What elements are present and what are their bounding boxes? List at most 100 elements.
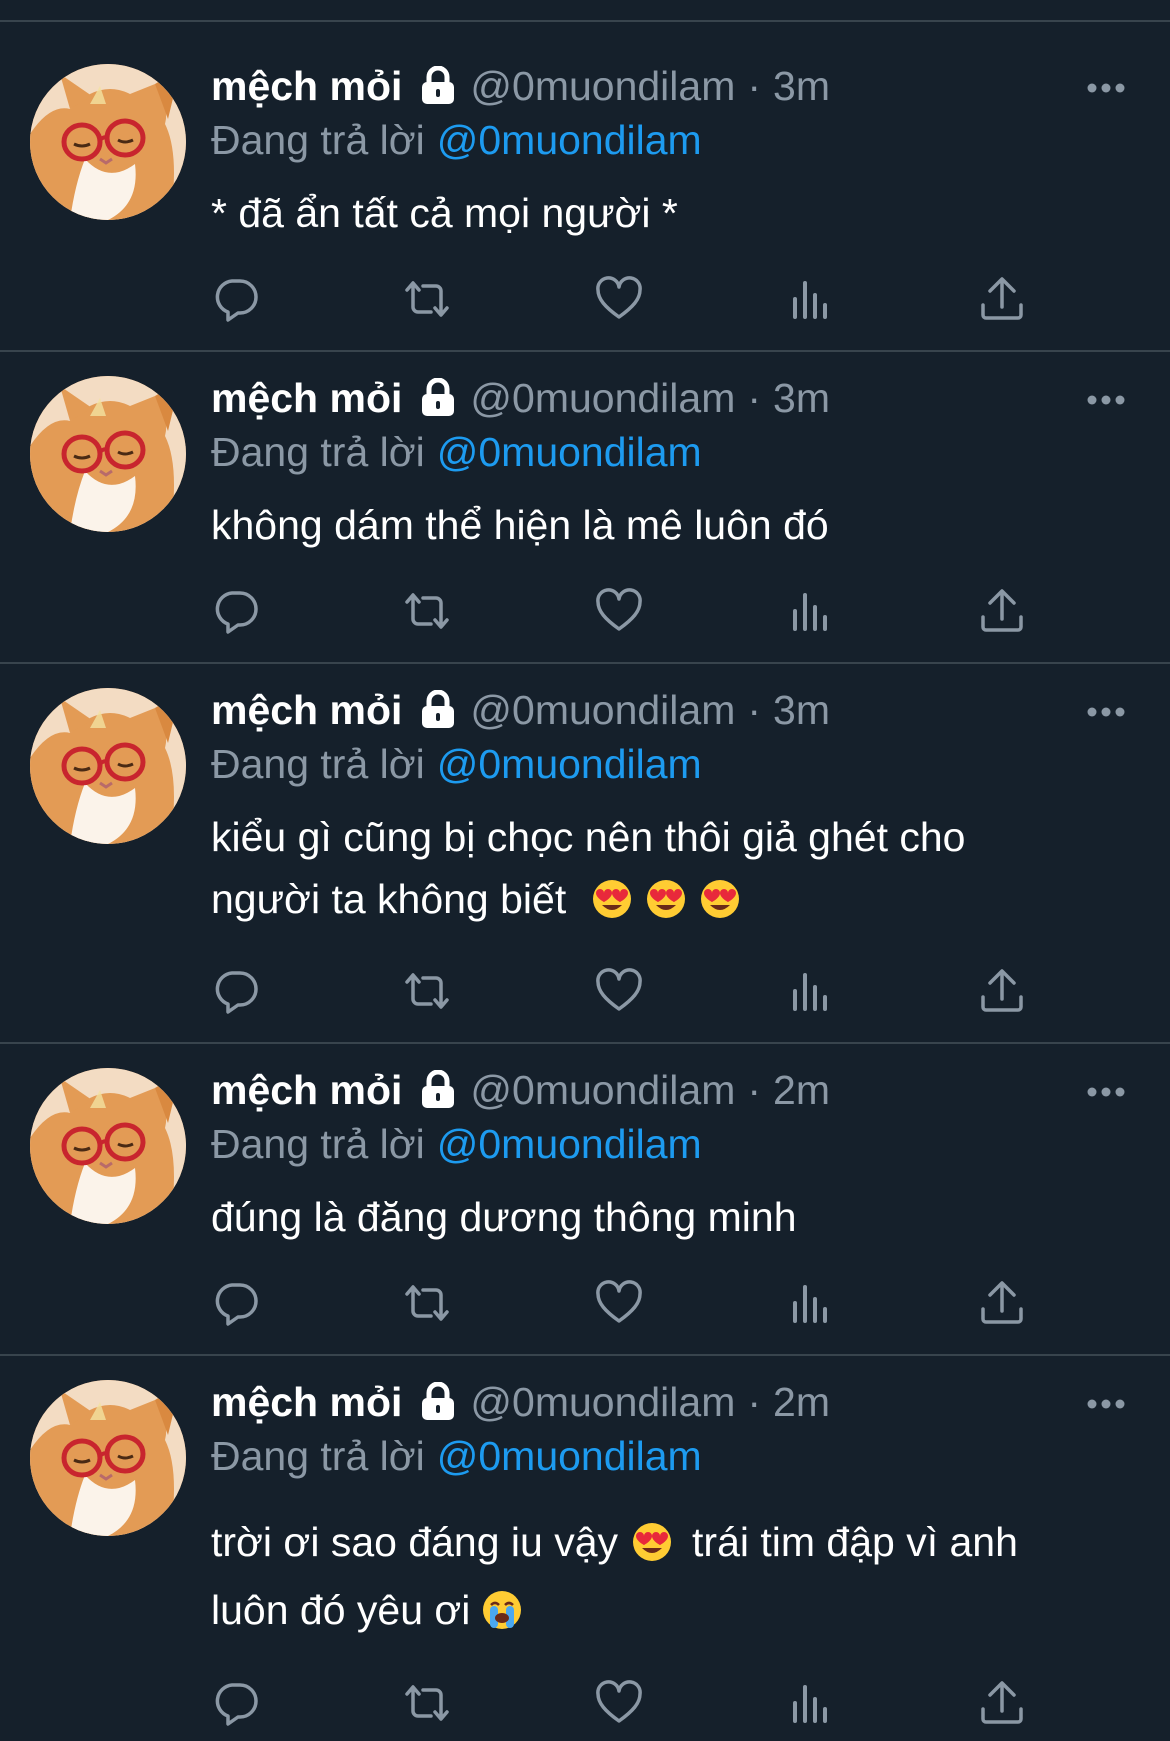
tweet-text: * đã ẩn tất cả mọi người * [211, 182, 1111, 244]
lock-icon [420, 378, 456, 418]
views-icon[interactable] [786, 1678, 836, 1728]
reply-icon[interactable] [211, 966, 261, 1016]
share-icon[interactable] [977, 274, 1027, 324]
more-options-icon[interactable] [1086, 702, 1126, 722]
tweet-text-line-with-emoji: trời ơi sao đáng iu vậy trái tim đập vì a… [211, 1508, 1111, 1576]
like-icon[interactable] [594, 966, 644, 1016]
share-icon[interactable] [977, 1278, 1027, 1328]
timestamp[interactable]: 3m [773, 370, 830, 426]
lock-icon [420, 66, 456, 106]
tweet-actions [211, 1278, 1061, 1328]
tweet-actions [211, 274, 1061, 324]
retweet-icon[interactable] [402, 1678, 452, 1728]
share-icon[interactable] [977, 586, 1027, 636]
views-icon[interactable] [786, 1278, 836, 1328]
retweet-icon[interactable] [402, 274, 452, 324]
like-icon[interactable] [594, 586, 644, 636]
views-icon[interactable] [786, 586, 836, 636]
reply-to-handle[interactable]: @0muondilam [437, 1121, 702, 1167]
user-handle[interactable]: @0muondilam [470, 1062, 735, 1118]
user-handle[interactable]: @0muondilam [470, 682, 735, 738]
reply-prefix: Đang trả lời [211, 429, 425, 475]
more-options-icon[interactable] [1086, 390, 1126, 410]
user-handle[interactable]: @0muondilam [470, 370, 735, 426]
timestamp[interactable]: 3m [773, 58, 830, 114]
display-name[interactable]: mệch mỏi [211, 1374, 402, 1430]
tweet[interactable]: mệch mỏi @0muondilam · 2m Đang trả lời @0… [0, 1356, 1170, 1741]
tweet[interactable]: mệch mỏi @0muondilam · 3m Đang trả lời @0… [0, 352, 1170, 664]
timestamp[interactable]: 2m [773, 1062, 830, 1118]
separator-dot: · [747, 1067, 762, 1113]
display-name[interactable]: mệch mỏi [211, 58, 402, 114]
tweet-text: không dám thể hiện là mê luôn đó [211, 494, 1111, 556]
heart-eyes-emoji-icon [646, 879, 686, 919]
more-options-icon[interactable] [1086, 1082, 1126, 1102]
replying-to: Đang trả lời @0muondilam [211, 736, 702, 792]
tweet-text: đúng là đăng dương thông minh [211, 1186, 1111, 1248]
tweet-text-line: * đã ẩn tất cả mọi người * [211, 190, 678, 236]
reply-to-handle[interactable]: @0muondilam [437, 1433, 702, 1479]
reply-to-handle[interactable]: @0muondilam [437, 429, 702, 475]
tweet[interactable]: mệch mỏi @0muondilam · 3m Đang trả lời @0… [0, 22, 1170, 352]
tweet[interactable]: mệch mỏi @0muondilam · 2m Đang trả lời @0… [0, 1044, 1170, 1356]
tweet-header: mệch mỏi @0muondilam · 3m [211, 370, 830, 426]
display-name[interactable]: mệch mỏi [211, 682, 402, 738]
tweet-text-line-with-emoji: luôn đó yêu ơi [211, 1576, 1111, 1644]
reply-icon[interactable] [211, 586, 261, 636]
separator-dot: · [747, 1379, 762, 1425]
tweet-text-line: người ta không biết [211, 876, 567, 922]
user-handle[interactable]: @0muondilam [470, 1374, 735, 1430]
tweet-header: mệch mỏi @0muondilam · 2m [211, 1062, 830, 1118]
tweet-header: mệch mỏi @0muondilam · 3m [211, 58, 830, 114]
lock-icon [420, 1070, 456, 1110]
lock-icon [420, 690, 456, 730]
reply-icon[interactable] [211, 1278, 261, 1328]
display-name[interactable]: mệch mỏi [211, 1062, 402, 1118]
tweet-header: mệch mỏi @0muondilam · 2m [211, 1374, 830, 1430]
reply-icon[interactable] [211, 274, 261, 324]
reply-prefix: Đang trả lời [211, 741, 425, 787]
timestamp[interactable]: 2m [773, 1374, 830, 1430]
retweet-icon[interactable] [402, 586, 452, 636]
share-icon[interactable] [977, 1678, 1027, 1728]
top-divider [0, 0, 1170, 22]
heart-eyes-emoji-icon [632, 1522, 672, 1562]
tweet-text-line-with-emoji: người ta không biết [211, 868, 1111, 930]
reply-to-handle[interactable]: @0muondilam [437, 741, 702, 787]
avatar[interactable] [30, 376, 186, 532]
tweet-text-line: không dám thể hiện là mê luôn đó [211, 502, 829, 548]
views-icon[interactable] [786, 274, 836, 324]
tweet-text: kiểu gì cũng bị chọc nên thôi giả ghét c… [211, 806, 1111, 930]
avatar[interactable] [30, 1068, 186, 1224]
avatar[interactable] [30, 688, 186, 844]
reply-prefix: Đang trả lời [211, 117, 425, 163]
retweet-icon[interactable] [402, 966, 452, 1016]
separator-dot: · [747, 375, 762, 421]
separator-dot: · [747, 687, 762, 733]
like-icon[interactable] [594, 1278, 644, 1328]
tweet-header: mệch mỏi @0muondilam · 3m [211, 682, 830, 738]
share-icon[interactable] [977, 966, 1027, 1016]
more-options-icon[interactable] [1086, 1394, 1126, 1414]
tweet[interactable]: mệch mỏi @0muondilam · 3m Đang trả lời @0… [0, 664, 1170, 1044]
more-options-icon[interactable] [1086, 78, 1126, 98]
reply-icon[interactable] [211, 1678, 261, 1728]
replying-to: Đang trả lời @0muondilam [211, 424, 702, 480]
display-name[interactable]: mệch mỏi [211, 370, 402, 426]
views-icon[interactable] [786, 966, 836, 1016]
like-icon[interactable] [594, 1678, 644, 1728]
retweet-icon[interactable] [402, 1278, 452, 1328]
tweet-text-segment: trái tim đập vì anh [692, 1519, 1018, 1565]
timestamp[interactable]: 3m [773, 682, 830, 738]
tweet-actions [211, 1678, 1061, 1728]
avatar[interactable] [30, 64, 186, 220]
like-icon[interactable] [594, 274, 644, 324]
tweet-text-line: kiểu gì cũng bị chọc nên thôi giả ghét c… [211, 814, 966, 860]
tweet-text-segment: luôn đó yêu ơi [211, 1587, 471, 1633]
avatar[interactable] [30, 1380, 186, 1536]
user-handle[interactable]: @0muondilam [470, 58, 735, 114]
replying-to: Đang trả lời @0muondilam [211, 1428, 702, 1484]
separator-dot: · [747, 63, 762, 109]
loudly-crying-emoji-icon [482, 1590, 522, 1630]
reply-to-handle[interactable]: @0muondilam [437, 117, 702, 163]
